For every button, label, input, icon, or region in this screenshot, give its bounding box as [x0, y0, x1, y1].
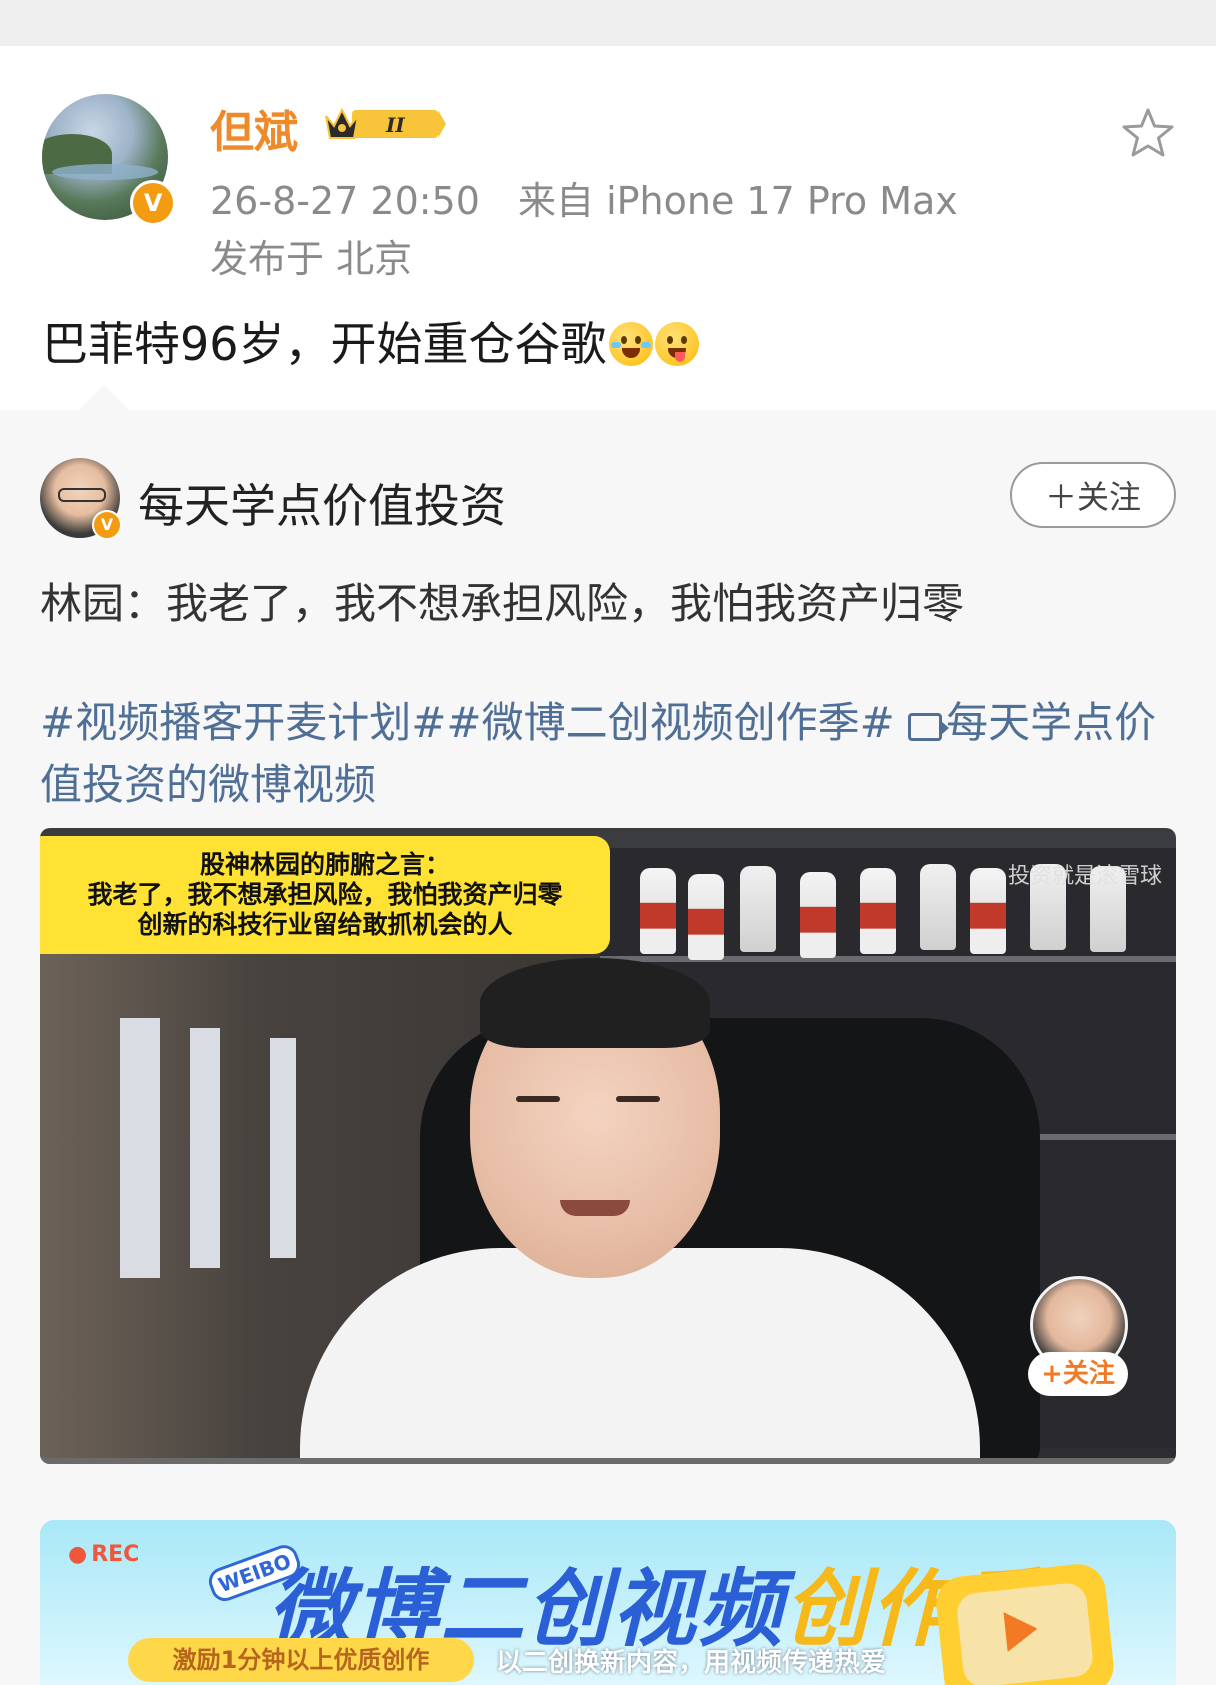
bottle	[920, 864, 956, 950]
post-location: 发布于 北京	[210, 237, 413, 281]
video-player[interactable]: 股神林园的肺腑之言： 我老了，我不想承担风险，我怕我资产归零 创新的科技行业留给…	[40, 828, 1176, 1464]
bottle	[688, 874, 724, 960]
window	[120, 1018, 160, 1278]
bottle	[800, 872, 836, 958]
post-timestamp: 26-8-27 20:50	[210, 179, 480, 223]
topic-links: #视频播客开麦计划##微博二创视频创作季# 每天学点价值投资的微博视频	[40, 692, 1180, 816]
tv-mascot-icon	[933, 1561, 1117, 1685]
video-progress-track[interactable]	[40, 1458, 1176, 1464]
eyebrow	[516, 1096, 560, 1102]
window	[190, 1028, 220, 1268]
follow-button[interactable]: ＋关注	[1010, 462, 1176, 528]
bottle	[640, 868, 676, 954]
rec-label: REC	[68, 1542, 139, 1567]
eyebrow	[616, 1096, 660, 1102]
person-hair	[480, 958, 710, 1048]
banner-subtitle: 以二创换新内容，用视频传递热爱	[496, 1648, 887, 1678]
post-source: 来自 iPhone 17 Pro Max	[518, 179, 958, 223]
repost-verified-badge-icon: V	[92, 510, 122, 540]
vip-level: II	[385, 113, 405, 137]
bottle	[860, 868, 896, 954]
video-camera-icon	[908, 713, 950, 741]
post-meta: 26-8-27 20:50 来自 iPhone 17 Pro Max	[210, 170, 958, 225]
topic-link-podcast[interactable]: #视频播客开麦计划#	[40, 698, 446, 747]
banner-incentive-pill: 激励1分钟以上优质创作	[128, 1638, 474, 1682]
post-content: 巴菲特96岁，开始重仓谷歌	[42, 308, 699, 374]
person-mouth	[560, 1200, 630, 1216]
repost-text: 林园：我老了，我不想承担风险，我怕我资产归零	[40, 579, 965, 628]
tongue-out-emoji-icon	[654, 322, 699, 366]
caption-line-1: 股神林园的肺腑之言：	[199, 850, 450, 879]
post-text: 巴菲特96岁，开始重仓谷歌	[42, 317, 607, 371]
topic-link-creation-season[interactable]: #微博二创视频创作季#	[446, 698, 894, 747]
play-icon	[1003, 1608, 1040, 1652]
bottle	[970, 868, 1006, 954]
verified-badge-icon: V	[130, 180, 176, 226]
video-follow-button[interactable]: +关注	[1028, 1352, 1128, 1396]
laughing-crying-emoji-icon	[608, 322, 653, 366]
favorite-star-icon[interactable]	[1120, 106, 1176, 162]
video-watermark: 投资就是滚雪球	[1007, 864, 1162, 889]
caption-line-2: 我老了，我不想承担风险，我怕我资产归零	[87, 880, 563, 909]
shelf-line	[600, 956, 1176, 962]
video-caption: 股神林园的肺腑之言： 我老了，我不想承担风险，我怕我资产归零 创新的科技行业留给…	[40, 836, 610, 954]
bottle	[740, 866, 776, 952]
caption-line-3: 创新的科技行业留给敢抓机会的人	[137, 910, 513, 939]
author-name[interactable]: 但斌	[210, 96, 298, 160]
repost-author-name[interactable]: 每天学点价值投资	[138, 470, 506, 536]
window	[270, 1038, 296, 1258]
creation-season-banner[interactable]: REC WEIBO 微博二创视频创作季 激励1分钟以上优质创作 以二创换新内容，…	[40, 1520, 1176, 1685]
top-separator	[0, 0, 1216, 46]
person-shirt	[300, 1248, 980, 1464]
vip-crown-badge-icon[interactable]: II	[322, 104, 446, 144]
